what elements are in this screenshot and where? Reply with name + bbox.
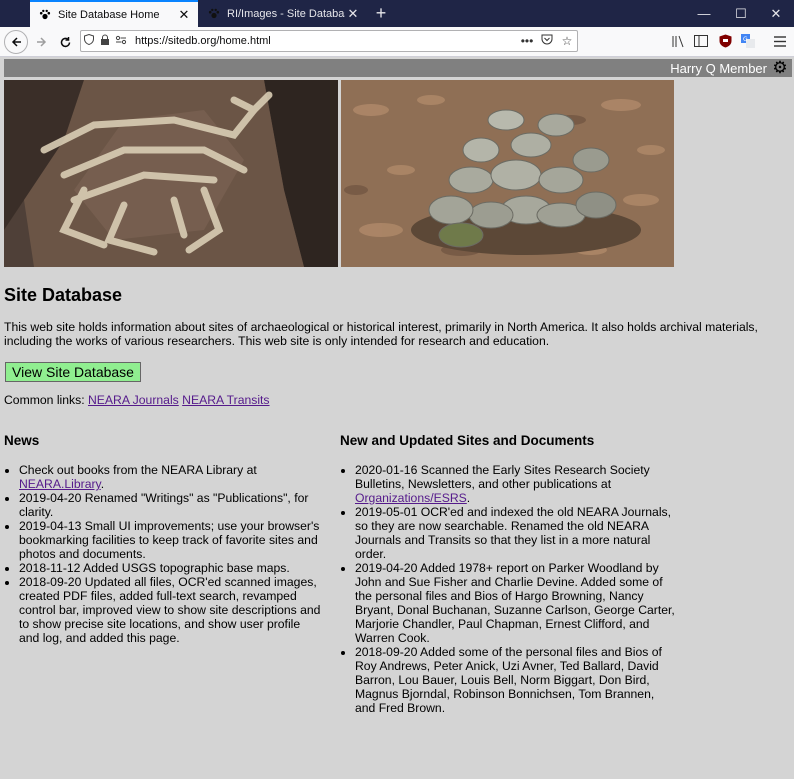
pocket-icon[interactable] <box>537 34 557 48</box>
stone-cairn-photo <box>341 80 674 267</box>
page-content: Harry Q Member ⚙ Site Database This web … <box>4 59 792 777</box>
list-item: 2018-09-20 Updated all files, OCR'ed sca… <box>19 575 321 645</box>
reload-button[interactable] <box>53 30 77 54</box>
tab-title: RI/Images - Site Database <box>227 7 345 20</box>
news-heading: News <box>4 433 40 448</box>
close-window-button[interactable]: ✕ <box>758 0 794 27</box>
list-item: 2019-05-01 OCR'ed and indexed the old NE… <box>355 505 675 561</box>
library-icon[interactable] <box>670 33 686 49</box>
paw-icon <box>38 8 52 22</box>
list-item: 2019-04-20 Added 1978+ report on Parker … <box>355 561 675 645</box>
intro-paragraph: This web site holds information about si… <box>4 320 758 348</box>
list-item: 2019-04-20 Renamed "Writings" as "Public… <box>19 491 321 519</box>
lock-icon[interactable] <box>97 34 113 48</box>
reload-icon <box>60 36 70 47</box>
news-list: Check out books from the NEARA Library a… <box>4 463 321 645</box>
ublock-icon[interactable] <box>717 33 733 49</box>
neara-journals-link[interactable]: NEARA Journals <box>88 393 179 407</box>
sidebar-icon[interactable] <box>693 33 709 49</box>
permissions-icon[interactable] <box>113 35 129 48</box>
tab-ri-images[interactable]: RI/Images - Site Database ✕ <box>199 0 367 27</box>
page-actions-icon[interactable]: ••• <box>517 34 537 48</box>
user-bar: Harry Q Member ⚙ <box>4 59 792 77</box>
maximize-button[interactable]: ☐ <box>723 0 759 27</box>
url-bar[interactable]: https://sitedb.org/home.html ••• ☆ <box>80 30 578 52</box>
list-item: 2018-09-20 Added some of the personal fi… <box>355 645 675 715</box>
common-links-label: Common links: <box>4 393 85 407</box>
minimize-button[interactable]: — <box>686 0 722 27</box>
forward-arrow-icon <box>37 37 47 47</box>
page-title: Site Database <box>4 285 123 305</box>
petroglyph-photo <box>4 80 338 267</box>
updates-heading: New and Updated Sites and Documents <box>340 433 595 448</box>
tab-site-database-home[interactable]: Site Database Home ✕ <box>30 0 198 27</box>
neara-transits-link[interactable]: NEARA Transits <box>182 393 269 407</box>
close-tab-icon[interactable]: ✕ <box>176 7 192 23</box>
paw-icon <box>207 7 221 21</box>
view-site-database-button[interactable]: View Site Database <box>5 362 141 382</box>
back-arrow-icon <box>11 37 21 47</box>
forward-button[interactable] <box>30 30 54 54</box>
close-tab-icon[interactable]: ✕ <box>345 6 361 22</box>
browser-titlebar: Site Database Home ✕ RI/Images - Site Da… <box>0 0 794 27</box>
shield-icon[interactable] <box>81 33 97 48</box>
back-button[interactable] <box>4 30 28 54</box>
user-name[interactable]: Harry Q Member <box>670 61 767 76</box>
gear-icon[interactable]: ⚙ <box>771 59 789 77</box>
svg-text:G: G <box>743 36 748 43</box>
list-item: 2018-11-12 Added USGS topographic base m… <box>19 561 321 575</box>
translate-icon[interactable]: G <box>740 33 756 49</box>
new-tab-button[interactable]: + <box>372 3 390 23</box>
list-item: 2019-04-13 Small UI improvements; use yo… <box>19 519 321 561</box>
browser-navbar: https://sitedb.org/home.html ••• ☆ G <box>0 27 794 57</box>
list-item: Check out books from the NEARA Library a… <box>19 463 321 491</box>
tab-title: Site Database Home <box>58 8 160 21</box>
url-text: https://sitedb.org/home.html <box>135 35 271 47</box>
list-item: 2020-01-16 Scanned the Early Sites Resea… <box>355 463 675 505</box>
bookmark-star-icon[interactable]: ☆ <box>557 34 577 48</box>
neara-library-link[interactable]: NEARA.Library <box>19 477 101 491</box>
common-links: Common links: NEARA Journals NEARA Trans… <box>4 393 270 407</box>
organizations-esrs-link[interactable]: Organizations/ESRS <box>355 491 467 505</box>
menu-icon[interactable] <box>772 33 788 49</box>
updates-list: 2020-01-16 Scanned the Early Sites Resea… <box>340 463 675 715</box>
